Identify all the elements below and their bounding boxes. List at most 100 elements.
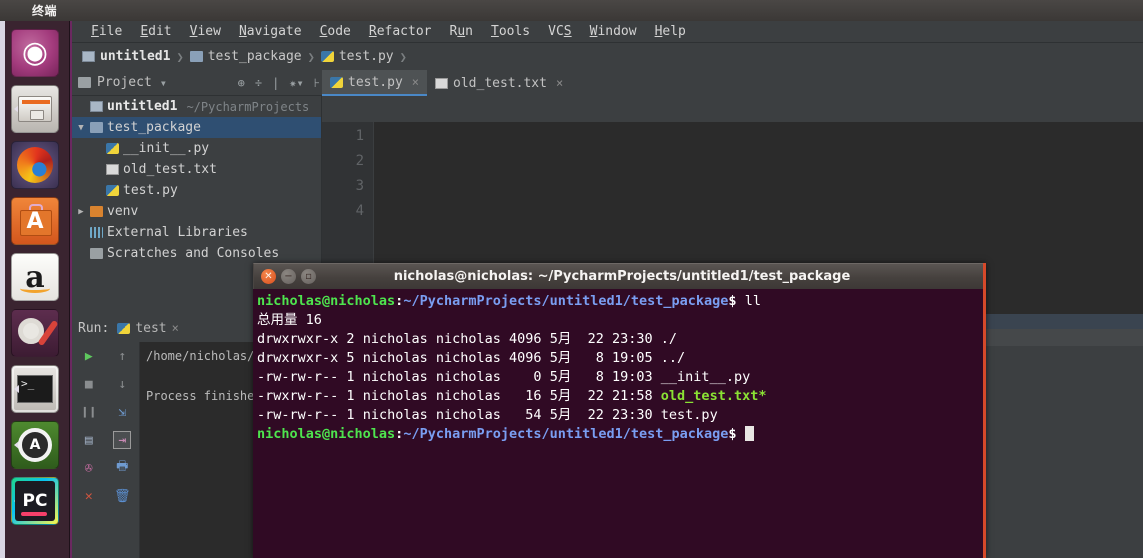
file-time: 23:30 bbox=[612, 407, 653, 423]
file-owner: nicholas bbox=[362, 407, 428, 423]
launcher-item-software-updater[interactable]: A bbox=[11, 421, 59, 469]
launcher-item-terminal[interactable]: >_ bbox=[11, 365, 59, 413]
tab-test-py[interactable]: test.py × bbox=[322, 70, 428, 96]
file-day: 8 bbox=[595, 350, 604, 366]
project-panel-header[interactable]: Project ▾ ⊕ ÷ | ✷▾ ⊦ bbox=[72, 70, 322, 96]
run-icon[interactable]: ▶ bbox=[81, 348, 97, 364]
menu-item-vcs[interactable]: VCS bbox=[539, 24, 580, 39]
file-day: 22 bbox=[587, 331, 604, 347]
tree-node-test-package[interactable]: ▼ test_package bbox=[72, 117, 321, 138]
menu-item-refactor[interactable]: Refactor bbox=[360, 24, 441, 39]
menu-bar: File Edit View Navigate Code Refactor Ru… bbox=[72, 21, 1143, 43]
file-size: 4096 bbox=[509, 331, 542, 347]
gear-icon[interactable]: ✷▾ bbox=[287, 76, 305, 90]
close-icon[interactable]: × bbox=[556, 76, 563, 90]
scroll-up-icon[interactable]: ↑ bbox=[114, 348, 130, 364]
hide-panel-icon[interactable]: ⊦ bbox=[312, 76, 322, 90]
file-month: 5月 bbox=[549, 407, 572, 423]
venv-folder-icon bbox=[90, 206, 103, 217]
folder-icon bbox=[82, 51, 95, 62]
tab-old-test-txt[interactable]: old_test.txt × bbox=[427, 70, 571, 96]
close-icon[interactable]: × bbox=[412, 75, 419, 89]
print-icon[interactable]: 🖶 bbox=[114, 459, 130, 476]
terminal-title: nicholas@nicholas: ~/PycharmProjects/unt… bbox=[393, 269, 851, 284]
scroll-down-icon[interactable]: ↓ bbox=[114, 376, 130, 392]
close-button[interactable]: ✕ bbox=[261, 269, 276, 284]
close-icon[interactable]: × bbox=[172, 321, 179, 335]
file-name: test.py bbox=[660, 407, 718, 423]
tree-node-external-libraries[interactable]: External Libraries bbox=[72, 222, 321, 243]
menu-item-view[interactable]: View bbox=[181, 24, 230, 39]
launcher-item-system-settings[interactable] bbox=[11, 309, 59, 357]
menu-item-file[interactable]: File bbox=[82, 24, 131, 39]
terminal-cursor bbox=[744, 426, 754, 441]
menu-item-window[interactable]: Window bbox=[581, 24, 646, 39]
menu-item-edit[interactable]: Edit bbox=[131, 24, 180, 39]
file-time: 21:58 bbox=[612, 388, 653, 404]
file-name: ./ bbox=[660, 331, 678, 347]
launcher-item-pycharm[interactable]: PC bbox=[11, 477, 59, 525]
scroll-to-end-icon[interactable]: ⇥ bbox=[113, 431, 132, 449]
launcher-item-firefox[interactable] bbox=[11, 141, 59, 189]
menu-item-code[interactable]: Code bbox=[311, 24, 360, 39]
file-owner: nicholas bbox=[362, 369, 428, 385]
run-config-tab[interactable]: test × bbox=[117, 321, 179, 336]
launcher-item-ubuntu-dash[interactable]: ◉ bbox=[11, 29, 59, 77]
chevron-down-icon[interactable]: ▾ bbox=[158, 76, 169, 90]
folder-icon bbox=[90, 101, 103, 112]
maximize-button[interactable]: ▫ bbox=[301, 269, 316, 284]
pause-icon[interactable]: ❙❙ bbox=[81, 404, 97, 420]
file-time: 19:05 bbox=[612, 350, 653, 366]
menu-item-tools[interactable]: Tools bbox=[482, 24, 539, 39]
launcher-item-software-center[interactable]: A bbox=[11, 197, 59, 245]
twisty-expanded-icon[interactable]: ▼ bbox=[76, 123, 86, 133]
close-icon[interactable]: ✕ bbox=[81, 488, 97, 504]
breadcrumb-separator-icon: ❯ bbox=[399, 49, 407, 64]
listing-row: drwxrwxr-x 2 nicholas nicholas 4096 5月 2… bbox=[257, 331, 677, 347]
prompt-symbol: $ bbox=[728, 426, 737, 442]
pin-icon[interactable]: ✇ bbox=[81, 460, 97, 476]
file-month: 5月 bbox=[549, 369, 572, 385]
listing-row: -rw-rw-r-- 1 nicholas nicholas 54 5月 22 … bbox=[257, 407, 718, 423]
file-size: 54 bbox=[525, 407, 542, 423]
menu-item-run[interactable]: Run bbox=[441, 24, 482, 39]
breadcrumb-item-package[interactable]: test_package bbox=[189, 49, 302, 64]
console-icon[interactable]: ▤ bbox=[81, 432, 97, 448]
trash-icon[interactable]: 🗑 bbox=[114, 488, 131, 504]
file-day: 8 bbox=[595, 369, 604, 385]
tree-node-old-test-txt[interactable]: old_test.txt bbox=[72, 159, 321, 180]
python-file-icon bbox=[106, 143, 119, 154]
collapse-all-icon[interactable]: ÷ bbox=[253, 76, 264, 90]
file-links: 1 bbox=[346, 388, 355, 404]
stop-icon[interactable]: ■ bbox=[81, 376, 97, 392]
minimize-button[interactable]: − bbox=[281, 269, 296, 284]
menu-item-help[interactable]: Help bbox=[646, 24, 695, 39]
tree-node-scratches-consoles[interactable]: Scratches and Consoles bbox=[72, 243, 321, 264]
tree-node-init-py[interactable]: __init__.py bbox=[72, 138, 321, 159]
terminal-content[interactable]: nicholas@nicholas:~/PycharmProjects/unti… bbox=[253, 289, 983, 558]
file-links: 5 bbox=[346, 350, 355, 366]
launcher-item-amazon[interactable]: a bbox=[11, 253, 59, 301]
tree-node-venv[interactable]: ▶ venv bbox=[72, 201, 321, 222]
terminal-window: ✕ − ▫ nicholas@nicholas: ~/PycharmProjec… bbox=[253, 263, 986, 558]
file-perms: -rw-rw-r-- bbox=[257, 369, 339, 385]
tree-node-test-py[interactable]: test.py bbox=[72, 180, 321, 201]
breadcrumb-item-project[interactable]: untitled1 bbox=[82, 49, 170, 64]
active-app-label: 终端 bbox=[32, 4, 58, 18]
menu-item-navigate[interactable]: Navigate bbox=[230, 24, 311, 39]
terminal-title-bar[interactable]: ✕ − ▫ nicholas@nicholas: ~/PycharmProjec… bbox=[253, 263, 983, 289]
breadcrumb: untitled1 ❯ test_package ❯ test.py ❯ bbox=[72, 43, 1143, 70]
launcher-item-files[interactable] bbox=[11, 85, 59, 133]
file-month: 5月 bbox=[549, 331, 572, 347]
listing-row: -rwxrw-r-- 1 nicholas nicholas 16 5月 22 … bbox=[257, 388, 766, 404]
twisty-collapsed-icon[interactable]: ▶ bbox=[76, 207, 86, 217]
desktop-screen: 终端 ◉ A a >_ A PC File Edit View Navigate… bbox=[0, 0, 1143, 558]
breadcrumb-item-file[interactable]: test.py bbox=[320, 49, 394, 64]
file-owner: nicholas bbox=[362, 331, 428, 347]
prompt-path: ~/PycharmProjects/untitled1/test_package bbox=[403, 293, 729, 309]
soft-wrap-icon[interactable]: ⇲ bbox=[114, 404, 130, 420]
tree-node-untitled1[interactable]: untitled1 ~/PycharmProjects bbox=[72, 96, 321, 117]
file-links: 1 bbox=[346, 407, 355, 423]
files-icon bbox=[18, 96, 52, 122]
scroll-from-source-icon[interactable]: ⊕ bbox=[236, 76, 247, 90]
